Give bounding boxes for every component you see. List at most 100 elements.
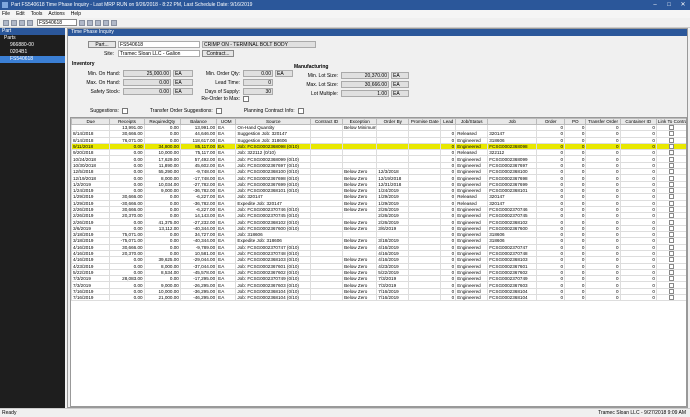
column-header[interactable]: Job/Status [455, 118, 489, 125]
menu-actions[interactable]: Actions [48, 11, 64, 17]
table-row[interactable]: 7/16/2019 0.00 21,000.00 -46,295.00 EA Job: F… [71, 293, 686, 302]
link-to-contract-checkbox[interactable] [669, 194, 675, 200]
link-to-contract-checkbox[interactable] [669, 157, 675, 162]
min-order-qty-row: Min. Order Qty: 0.00 EA [196, 70, 293, 77]
new-icon[interactable] [3, 19, 9, 26]
min-lot-value: 20,370.00 [341, 72, 389, 79]
title-bar: Part FS540618 Time Phase Inquiry - Last … [0, 0, 690, 10]
column-header[interactable]: Transfer Order [585, 118, 621, 125]
link-to-contract-checkbox[interactable] [669, 125, 675, 130]
min-order-qty-value: 0.00 [243, 70, 273, 77]
days-supply-label: Days of Supply: [204, 88, 240, 95]
table-cell: 0 [585, 293, 621, 302]
minimize-button[interactable]: – [648, 0, 662, 10]
link-to-contract-checkbox[interactable] [669, 150, 675, 155]
refresh-icon[interactable] [27, 19, 33, 26]
window-controls: – □ ✕ [648, 0, 690, 10]
link-to-contract-checkbox[interactable] [669, 201, 675, 206]
tree-node-part-selected[interactable]: FS540618 [0, 56, 65, 63]
table-cell: Job: FCSG0002368104 (0/10) [235, 293, 312, 302]
maximize-button[interactable]: □ [662, 0, 676, 10]
link-to-contract-checkbox[interactable] [669, 138, 675, 143]
site-row: Site: Tramec Sloan LLC - Galion Contract… [88, 50, 234, 57]
max-on-hand-row: Max. On Hand: 0.00 EA [72, 79, 193, 86]
clear-icon[interactable] [103, 19, 109, 26]
part-field[interactable]: FS540618 [118, 41, 200, 48]
help-icon[interactable] [111, 19, 117, 26]
table-cell: Below Minimum [342, 123, 378, 132]
table-cell: Engineered [455, 293, 489, 302]
link-to-contract-checkbox[interactable] [669, 188, 675, 193]
days-supply-value: 30 [243, 88, 273, 95]
link-to-contract-checkbox[interactable] [669, 245, 675, 250]
table-cell: 7/16/2019 [71, 293, 111, 302]
tree-node-parts[interactable]: Parts [0, 35, 65, 42]
table-cell [408, 293, 442, 302]
menu-tools[interactable]: Tools [31, 11, 43, 17]
close-button[interactable]: ✕ [676, 0, 690, 10]
menu-edit[interactable]: Edit [16, 11, 25, 17]
part-button[interactable]: Part... [88, 41, 116, 48]
table-cell: -46,295.00 [179, 293, 218, 302]
suggestions-label: Suggestions: [90, 108, 119, 114]
link-to-contract-checkbox[interactable] [669, 238, 675, 244]
link-to-contract-checkbox[interactable] [669, 163, 675, 168]
max-on-hand-uom: EA [173, 79, 193, 86]
column-header[interactable]: RequiredQty [143, 118, 181, 125]
link-to-contract-checkbox[interactable] [669, 131, 675, 137]
reorder-checkbox[interactable] [243, 96, 249, 102]
time-phase-grid[interactable]: Due Receipts RequiredQty Balance UOM Source Co… [70, 117, 687, 407]
print-preview-icon[interactable] [95, 19, 101, 26]
link-to-contract-checkbox[interactable] [669, 251, 675, 256]
link-to-contract-checkbox[interactable] [669, 207, 675, 212]
max-lot-value: 30,666.00 [341, 81, 389, 88]
column-header[interactable]: Link To Contract [655, 118, 686, 125]
lot-multiple-value: 1.00 [341, 90, 389, 97]
search-icon[interactable] [79, 19, 85, 26]
link-to-contract-checkbox[interactable] [669, 276, 675, 281]
link-to-contract-checkbox[interactable] [669, 226, 675, 231]
table-body: 13,991.00 0.00 13,991.00 EA On-Hand Quantity… [71, 123, 686, 302]
table-cell: 7/16/2019 [376, 293, 410, 302]
suggestions-checkbox[interactable] [121, 108, 128, 114]
link-to-contract-checkbox[interactable] [669, 175, 675, 181]
link-to-contract-checkbox[interactable] [669, 232, 675, 237]
safety-stock-row: Safety Stock: 0.00 EA [72, 88, 193, 95]
reorder-row: Re-Order to Max: [196, 96, 249, 102]
tree-node-part[interactable]: 0204B1 [0, 49, 65, 56]
link-to-contract-checkbox[interactable] [669, 213, 675, 218]
window-title: Part FS540618 Time Phase Inquiry - Last … [11, 2, 253, 8]
menu-help[interactable]: Help [71, 11, 81, 17]
column-header[interactable]: Promise Date [408, 118, 442, 125]
column-header[interactable]: Contract ID [310, 118, 344, 125]
column-header[interactable]: Container ID [619, 118, 657, 125]
lot-multiple-row: Lot Multiple: 1.00 EA [294, 90, 409, 97]
print-icon[interactable] [87, 19, 93, 26]
table-cell: EA [216, 293, 237, 302]
link-to-contract-checkbox[interactable] [669, 295, 675, 300]
link-to-contract-checkbox[interactable] [669, 257, 675, 262]
link-to-contract-checkbox[interactable] [669, 282, 675, 288]
transfer-suggestions-checkbox[interactable] [215, 108, 222, 114]
planning-contract-checkbox[interactable] [297, 108, 304, 114]
link-to-contract-checkbox[interactable] [669, 144, 675, 149]
days-supply-row: Days of Supply: 30 [196, 88, 273, 95]
link-to-contract-checkbox[interactable] [669, 270, 675, 275]
tree-node-part[interactable]: 966880-00 [0, 42, 65, 49]
min-order-qty-uom: EA [275, 70, 293, 77]
menu-file[interactable]: File [2, 11, 10, 17]
contract-button[interactable]: Contract... [202, 50, 234, 57]
inventory-heading: Inventory [72, 61, 95, 67]
link-to-contract-checkbox[interactable] [669, 264, 675, 269]
tree-panel: Part Parts 966880-00 0204B1 FS540618 [0, 28, 65, 408]
link-to-contract-checkbox[interactable] [669, 169, 675, 174]
open-icon[interactable] [11, 19, 17, 26]
site-select[interactable]: Tramec Sloan LLC - Galion [118, 50, 200, 57]
part-search-input[interactable]: FS540618 [37, 19, 77, 26]
link-to-contract-checkbox[interactable] [669, 220, 675, 225]
link-to-contract-checkbox[interactable] [669, 182, 675, 187]
link-to-contract-cell [655, 293, 686, 302]
link-to-contract-checkbox[interactable] [669, 289, 675, 294]
min-on-hand-value: 25,000.00 [123, 70, 171, 77]
save-icon[interactable] [19, 19, 25, 26]
